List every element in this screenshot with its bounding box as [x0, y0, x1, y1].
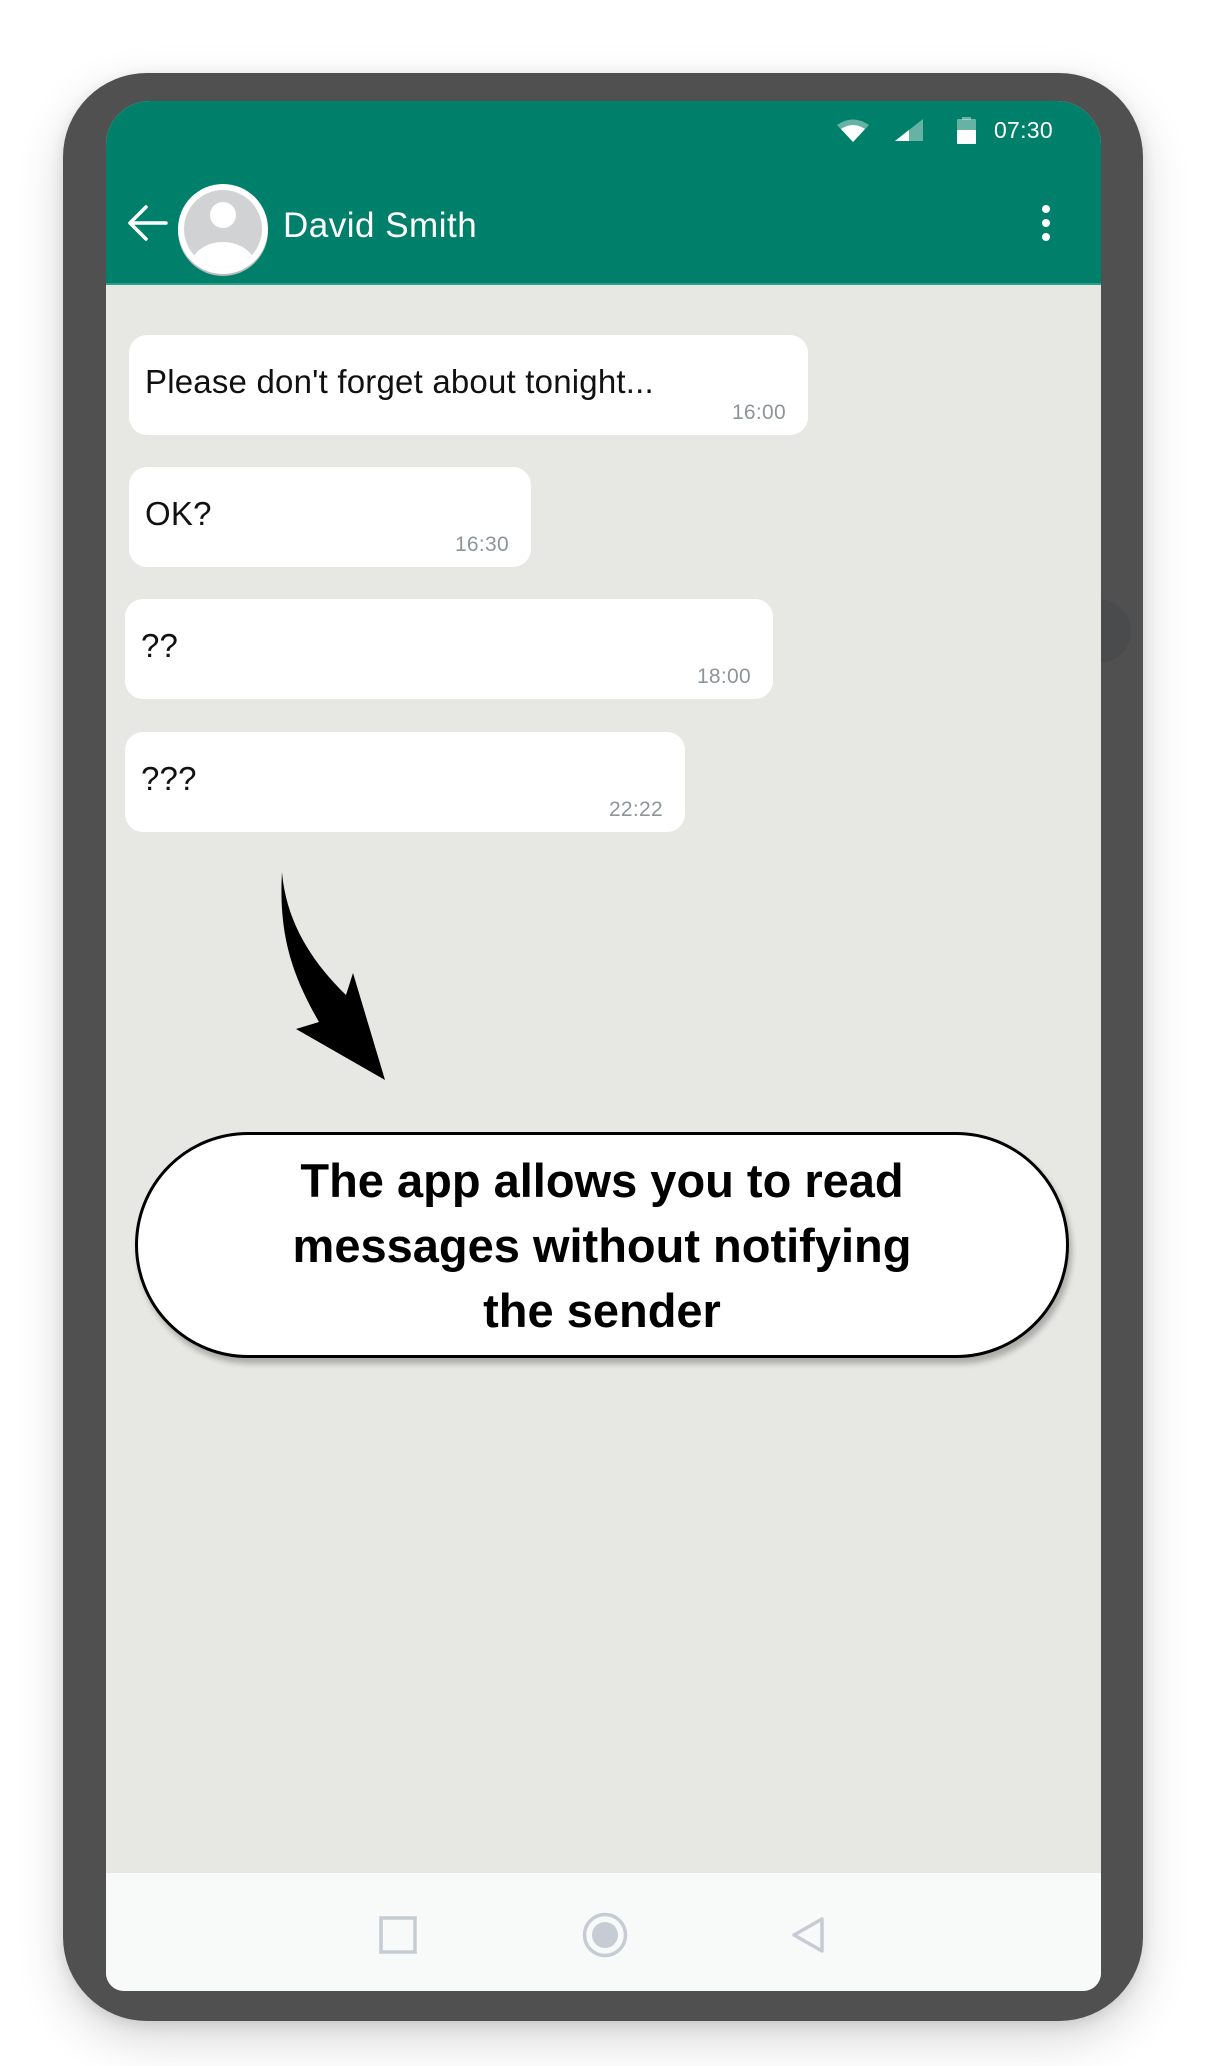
annotation-callout: The app allows you to read messages with… — [135, 1132, 1069, 1358]
triangle-back-icon — [792, 1917, 824, 1953]
callout-line: the sender — [483, 1283, 721, 1337]
home-button[interactable] — [582, 1912, 628, 1958]
callout-line: The app allows you to read — [300, 1153, 904, 1207]
recents-button[interactable] — [378, 1915, 418, 1955]
callout-text: The app allows you to read messages with… — [252, 1148, 952, 1343]
curved-arrow-down-icon — [281, 872, 385, 1080]
navigation-bar — [106, 1873, 1101, 1991]
square-recents-icon — [379, 1916, 417, 1954]
back-nav-button[interactable] — [790, 1915, 830, 1955]
callout-line: messages without notifying — [292, 1218, 912, 1272]
phone-screen: 07:30 David Smith Please don't forget ab… — [106, 101, 1101, 1991]
circle-home-icon — [582, 1912, 628, 1958]
